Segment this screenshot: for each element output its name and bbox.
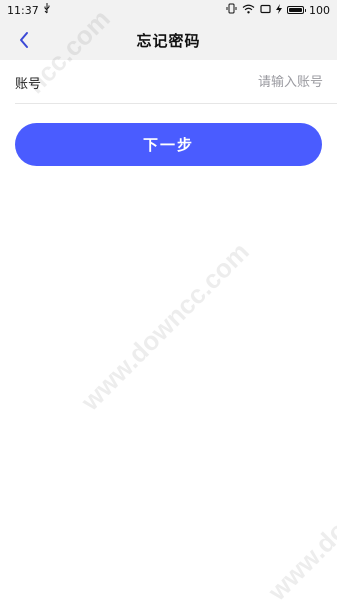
vibrate-icon <box>226 3 237 17</box>
watermark-text: www.dow <box>262 500 337 600</box>
watermark-text: www.downcc.com <box>75 236 255 417</box>
next-step-button[interactable]: 下一步 <box>15 123 322 166</box>
account-row: 账号 <box>0 60 337 104</box>
nav-bar: 忘记密码 <box>0 20 337 60</box>
status-bar: 11:37 100 <box>0 0 337 20</box>
charging-icon <box>276 3 282 17</box>
page-title: 忘记密码 <box>136 31 201 50</box>
status-right: 100 <box>226 3 330 17</box>
account-label: 账号 <box>15 76 42 92</box>
status-time: 11:37 <box>7 3 39 17</box>
wifi-icon <box>242 4 255 17</box>
account-input[interactable] <box>75 74 323 90</box>
battery-icon <box>287 6 306 14</box>
back-button[interactable] <box>12 28 36 52</box>
usb-icon <box>43 3 51 17</box>
battery-level: 100 <box>309 3 330 17</box>
forgot-password-screen: 11:37 100 忘记密码 账号 请输入账号 下一步 www.downcc.c… <box>0 0 337 600</box>
screen-icon <box>260 4 271 17</box>
status-left: 11:37 <box>7 3 51 17</box>
chevron-left-icon <box>20 32 28 48</box>
